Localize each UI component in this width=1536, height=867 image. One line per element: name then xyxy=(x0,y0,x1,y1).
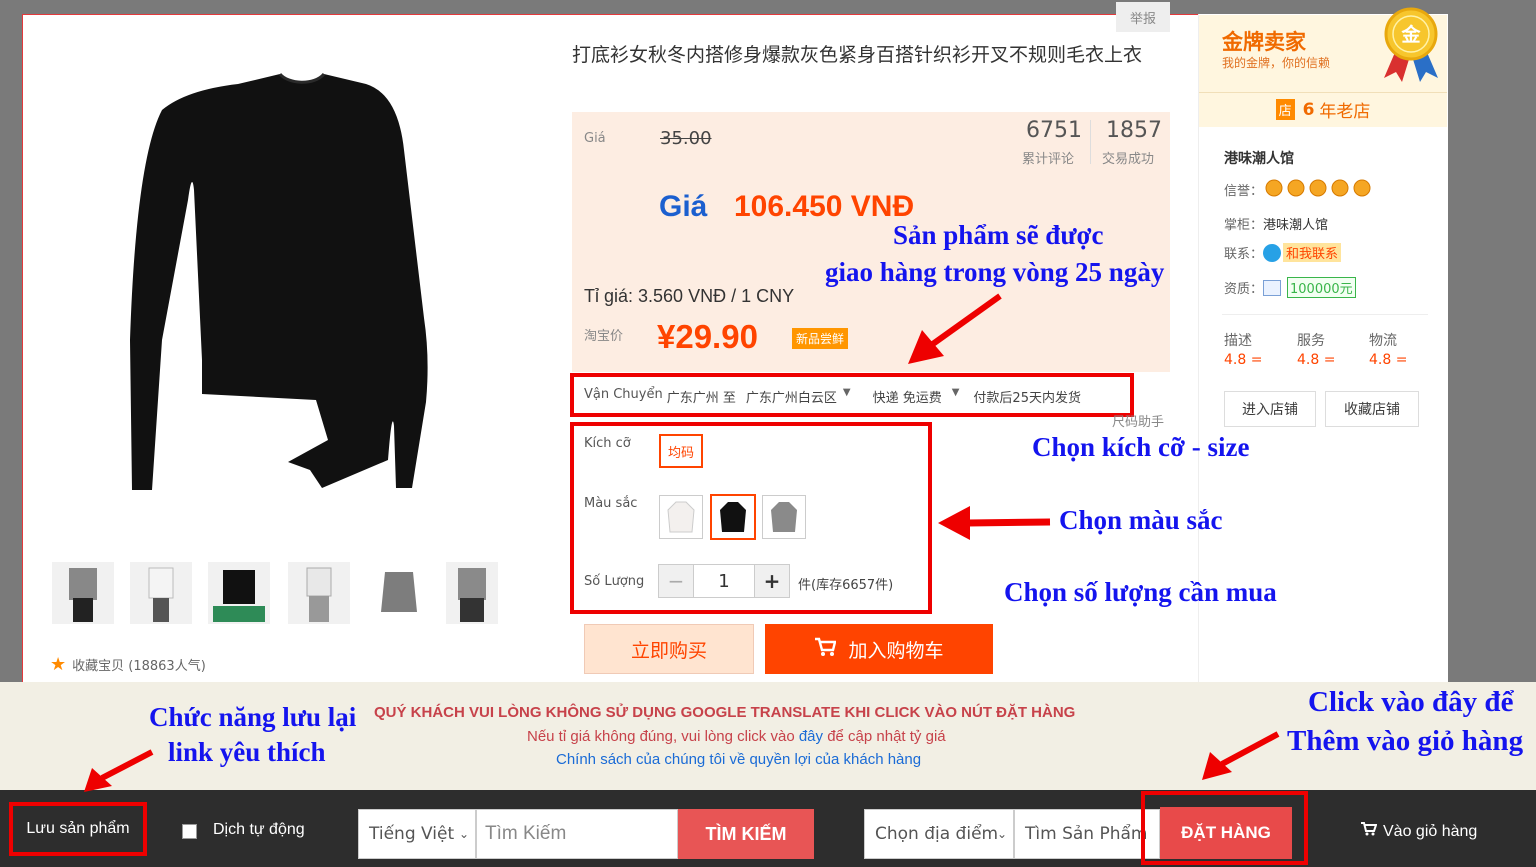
annotation-save-line1: Chức năng lưu lại xyxy=(149,702,357,732)
exchange-rate: Tỉ giá: 3.560 VNĐ / 1 CNY xyxy=(584,286,795,306)
buy-now-button[interactable]: 立即购买 xyxy=(584,624,754,674)
rating-service: 服务 4.8 = xyxy=(1297,333,1336,368)
find-product-select[interactable]: Tìm Sản Phẩm xyxy=(1014,809,1160,859)
language-select[interactable]: Tiếng Việt ⌄ xyxy=(358,809,476,859)
thumbnail-6[interactable] xyxy=(446,562,498,624)
chevron-down-icon: ⌄ xyxy=(458,827,469,841)
rating-logistics: 物流 4.8 = xyxy=(1369,333,1408,368)
thumbnail-4[interactable] xyxy=(288,562,350,624)
wangwang-icon xyxy=(1263,243,1282,262)
color-option-black[interactable] xyxy=(710,494,756,540)
stat-divider xyxy=(1090,120,1091,164)
location-select[interactable]: Chọn địa điểm ⌄ xyxy=(864,809,1014,859)
shop-name[interactable]: 港味潮人馆 xyxy=(1224,148,1294,168)
save-shop-button[interactable]: 收藏店铺 xyxy=(1325,391,1419,427)
quantity-minus-button[interactable]: − xyxy=(658,564,694,598)
new-item-tag: 新品尝鲜 xyxy=(792,328,849,349)
shipping-from: 广东广州 至 xyxy=(666,391,736,406)
taobao-price-label: 淘宝价 xyxy=(584,329,624,344)
thumbnail-2[interactable] xyxy=(130,562,192,624)
notice-warning: QUÝ KHÁCH VUI LÒNG KHÔNG SỬ DỤNG GOOGLE … xyxy=(374,704,1076,721)
auto-translate-checkbox[interactable] xyxy=(182,824,197,839)
annotation-quantity: Chọn số lượng cần mua xyxy=(1004,577,1277,607)
id-card-icon xyxy=(1263,279,1282,296)
annotation-size: Chọn kích cỡ - size xyxy=(1032,432,1250,462)
vnd-price-label: Giá xyxy=(659,190,708,223)
auto-translate-label[interactable]: Dịch tự động xyxy=(213,821,305,839)
rate-update-link[interactable]: đây xyxy=(799,728,823,745)
rating-description: 描述 4.8 = xyxy=(1224,333,1263,368)
contact-row: 联系： 和我联系 xyxy=(1224,243,1342,262)
taobao-price: ¥29.90 xyxy=(657,318,758,355)
size-helper-link[interactable]: 尺码助手 xyxy=(1112,411,1164,430)
delivery-time: 付款后25天内发货 xyxy=(973,391,1081,406)
review-count: 6751 xyxy=(1026,118,1082,143)
gold-seller-title: 金牌卖家 xyxy=(1222,30,1306,54)
thumbnail-3[interactable] xyxy=(208,562,270,624)
go-to-cart-link[interactable]: Vào giỏ hàng xyxy=(1361,822,1477,841)
notice-rate: Nếu tỉ giá không đúng, vui lòng click và… xyxy=(527,728,946,745)
rating-divider xyxy=(1222,314,1428,315)
qualification-row: 资质： 100000元 xyxy=(1224,277,1356,298)
favorite-item[interactable]: ★ 收藏宝贝 (18863人气) xyxy=(50,654,206,675)
review-label: 累计评论 xyxy=(1022,152,1075,167)
size-option[interactable]: 均码 xyxy=(659,434,703,468)
cart-icon xyxy=(814,637,838,662)
enter-shop-button[interactable]: 进入店铺 xyxy=(1224,391,1316,427)
shipping-to[interactable]: 广东广州白云区 xyxy=(746,387,837,406)
annotation-shipping-line2: giao hàng trong vòng 25 ngày xyxy=(825,257,1165,287)
annotation-shipping-line1: Sản phẩm sẽ được xyxy=(893,220,1104,250)
save-product-button[interactable]: Lưu sản phẩm xyxy=(13,806,143,852)
search-input[interactable]: Tìm Kiếm xyxy=(476,809,678,859)
product-main-image[interactable] xyxy=(52,40,552,540)
contact-button[interactable]: 和我联系 xyxy=(1283,243,1342,262)
shop-age-row: 店 6 年老店 xyxy=(1199,92,1447,126)
credit-label: 信誉： xyxy=(1224,184,1264,199)
price-label: Giá xyxy=(584,131,606,146)
color-option-white[interactable] xyxy=(659,495,703,539)
policy-link[interactable]: Chính sách của chúng tôi về quyền lợi củ… xyxy=(556,751,921,768)
quantity-input[interactable]: 1 xyxy=(693,564,755,598)
quantity-label: Số Lượng xyxy=(584,574,645,589)
size-label: Kích cỡ xyxy=(584,436,631,451)
cart-icon xyxy=(1361,822,1378,841)
color-label: Màu sắc xyxy=(584,496,638,511)
credit-crowns-icon xyxy=(1264,178,1378,198)
annotation-order-line2: Thêm vào giỏ hàng xyxy=(1287,725,1524,757)
quantity-plus-button[interactable]: + xyxy=(754,564,790,598)
gold-medal-text: 金 xyxy=(1401,24,1421,46)
thumbnail-1[interactable] xyxy=(52,562,114,624)
chevron-down-icon[interactable]: ▼ xyxy=(952,387,960,406)
thumbnail-5[interactable] xyxy=(368,562,430,624)
annotation-color: Chọn màu sắc xyxy=(1059,505,1223,535)
vnd-price-value: 106.450 VNĐ xyxy=(734,190,915,223)
deal-label: 交易成功 xyxy=(1102,152,1155,167)
chevron-down-icon[interactable]: ▼ xyxy=(843,387,851,406)
report-link[interactable]: 举报 xyxy=(1116,2,1170,32)
search-button[interactable]: TÌM KIẾM xyxy=(678,809,814,859)
shipping-method[interactable]: 快递 免运费 xyxy=(873,387,942,406)
keeper-row: 掌柜：港味潮人馆 xyxy=(1224,218,1329,233)
deposit-badge: 100000元 xyxy=(1287,277,1356,298)
shipping-label: Vận Chuyển xyxy=(584,387,663,402)
stock-info: 件(库存6657件) xyxy=(798,578,894,593)
annotation-order-line1: Click vào đây để xyxy=(1308,686,1514,718)
add-to-cart-button[interactable]: 加入购物车 xyxy=(765,624,993,674)
star-icon: ★ xyxy=(50,654,67,675)
color-option-gray[interactable] xyxy=(762,495,806,539)
annotation-save-line2: link yêu thích xyxy=(168,737,326,767)
order-button[interactable]: ĐẶT HÀNG xyxy=(1160,807,1292,859)
deal-count: 1857 xyxy=(1106,118,1162,143)
shop-icon: 店 xyxy=(1275,99,1295,120)
gold-medal-icon: 金 xyxy=(1382,6,1440,84)
original-price: 35.00 xyxy=(660,128,712,149)
gold-seller-subtitle: 我的金牌，你的信赖 xyxy=(1222,56,1331,70)
shipping-row: Vận Chuyển 广东广州 至 广东广州白云区 ▼ 快递 免运费 ▼ 付款后… xyxy=(584,387,1081,406)
chevron-down-icon: ⌄ xyxy=(996,827,1007,841)
product-title: 打底衫女秋冬内搭修身爆款灰色紧身百搭针织衫开叉不规则毛衣上衣 xyxy=(572,44,1143,66)
